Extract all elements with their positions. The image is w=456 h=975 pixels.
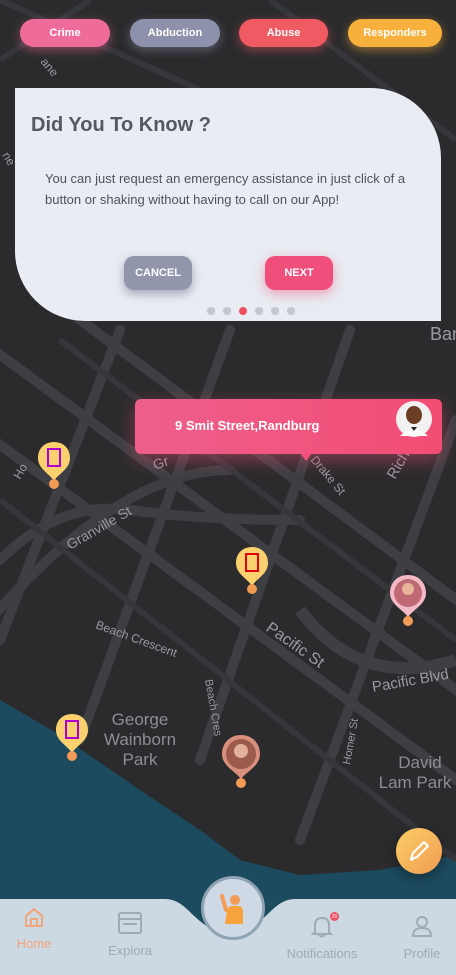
alert-marker[interactable] [54,712,90,762]
place-label: George [112,710,169,729]
pagination-dot[interactable] [287,307,295,315]
pagination-dot[interactable] [239,307,247,315]
nav-profile[interactable]: Profile [398,914,446,961]
nav-label: Profile [403,946,441,961]
pagination-dots [207,307,295,315]
card-text: You can just request an emergency assist… [45,171,406,207]
nav-home[interactable]: Home [12,906,56,951]
pagination-dot[interactable] [255,307,263,315]
nav-label: Home [16,936,52,951]
pagination-dot[interactable] [271,307,279,315]
place-label: Park [123,750,158,769]
place-label: Lam Park [379,773,452,792]
filter-abduction-button[interactable]: Abduction [130,19,220,47]
alert-marker[interactable] [234,545,270,595]
filter-abuse-button[interactable]: Abuse [239,19,328,47]
bubble-pointer [300,453,312,461]
filter-crime-button[interactable]: Crime [20,19,110,47]
user-marker[interactable] [388,573,428,627]
next-button[interactable]: NEXT [265,256,333,290]
street-label: Bar [430,324,456,344]
alert-marker[interactable] [36,440,72,490]
user-icon [411,916,433,937]
nav-label: Notifications [286,946,358,961]
avatar [396,401,432,437]
nav-notifications[interactable]: Notifications [278,914,366,961]
pencil-icon [409,841,429,861]
filter-responders-button[interactable]: Responders [348,19,442,47]
pagination-dot[interactable] [223,307,231,315]
raised-hand-icon [220,894,243,924]
address-bubble[interactable]: 9 Smit Street,Randburg [135,399,442,461]
card-title: Did You To Know ? [31,114,211,136]
address-text: 9 Smit Street,Randburg [175,418,320,433]
pagination-dot[interactable] [207,307,215,315]
place-label: David [398,753,441,772]
did-you-know-card: Did You To Know ? You can just request a… [15,88,441,321]
browser-icon [118,912,142,934]
nav-label: Explora [107,943,153,958]
home-icon [25,907,43,927]
notification-badge: 20 [330,912,339,921]
sos-button[interactable] [201,876,265,940]
user-marker[interactable] [220,733,262,789]
nav-explora[interactable]: Explora [100,911,160,958]
place-label: Wainborn [104,730,176,749]
edit-button[interactable] [396,828,442,874]
cancel-button[interactable]: CANCEL [124,256,192,290]
